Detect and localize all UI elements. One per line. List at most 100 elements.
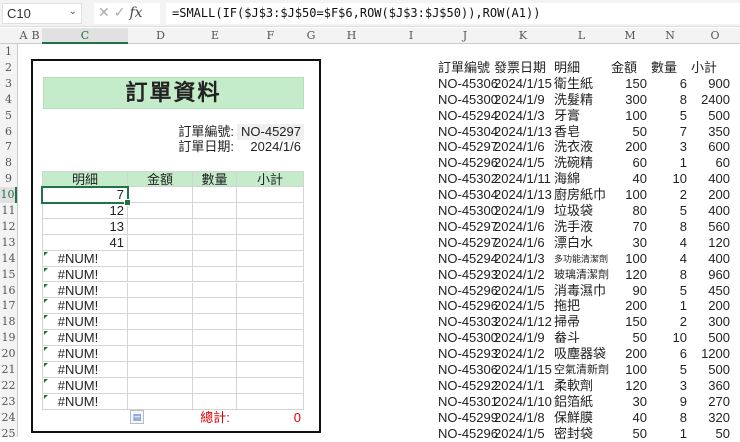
table-cell[interactable] [237,298,304,315]
detail-cell[interactable]: #NUM! [42,393,128,410]
source-cell[interactable]: 2400 [690,92,740,108]
table-cell[interactable] [128,250,193,267]
source-cell[interactable]: 5 [650,283,690,299]
source-cell[interactable]: 2024/1/3 [493,251,553,267]
detail-cell[interactable]: #NUM! [42,298,128,315]
detail-cell[interactable]: 12 [42,203,128,219]
source-cell[interactable]: 400 [690,251,740,267]
source-cell[interactable]: 600 [690,139,740,155]
detail-cell[interactable]: #NUM! [42,377,128,394]
source-cell[interactable]: 6 [650,346,690,362]
source-cell[interactable]: 300 [610,92,650,108]
table-cell[interactable] [237,203,304,219]
row-header-16[interactable]: 16 [0,283,17,299]
source-cell[interactable]: NO-45304 [437,124,498,140]
source-cell[interactable]: 350 [690,124,740,140]
table-cell[interactable] [193,377,237,394]
source-cell[interactable]: 4 [650,251,690,267]
source-cell[interactable]: 400 [690,203,740,219]
source-cell[interactable]: 洗碗精 [553,155,610,171]
table-cell[interactable] [193,314,237,331]
source-cell[interactable]: NO-45293 [437,267,498,283]
table-cell[interactable] [193,234,237,251]
source-cell[interactable]: 500 [690,108,740,124]
source-cell[interactable]: 50 [610,426,650,442]
source-cell[interactable]: 30 [610,235,650,251]
source-cell[interactable]: 1 [650,298,690,314]
source-cell[interactable]: 500 [690,362,740,378]
formula-input[interactable]: =SMALL(IF($J$3:$J$50=$F$6,ROW($J$3:$J$50… [166,3,740,24]
source-cell[interactable]: 400 [690,171,740,187]
source-cell[interactable]: 150 [610,314,650,330]
column-header-n[interactable]: N [650,28,690,44]
source-cell[interactable]: 消毒濕巾 [553,283,610,299]
row-header-19[interactable]: 19 [0,330,17,346]
source-cell[interactable]: 2024/1/11 [493,171,553,187]
source-cell[interactable]: 2024/1/10 [493,394,553,410]
table-cell[interactable] [128,187,193,203]
source-cell[interactable]: NO-45296 [437,298,498,314]
row-header-13[interactable]: 13 [0,235,17,251]
source-cell[interactable]: 80 [610,203,650,219]
table-cell[interactable] [237,346,304,362]
table-cell[interactable] [128,266,193,283]
source-cell[interactable]: 10 [650,330,690,346]
source-cell[interactable]: 2 [650,314,690,330]
row-header-24[interactable]: 24 [0,410,17,426]
column-header-a[interactable]: A [18,28,29,44]
column-header-l[interactable]: L [553,28,610,44]
table-cell[interactable] [128,377,193,394]
source-cell[interactable]: 60 [690,155,740,171]
source-cell[interactable]: 200 [610,139,650,155]
source-cell[interactable]: 洗衣液 [553,139,610,155]
source-cell[interactable]: 洗手液 [553,219,610,235]
source-cell[interactable]: 120 [690,235,740,251]
name-box[interactable]: C10 ⌄ [2,3,82,24]
row-header-8[interactable]: 8 [0,155,17,171]
row-header-20[interactable]: 20 [0,346,17,362]
detail-cell[interactable]: 41 [42,234,128,251]
source-cell[interactable]: 保鮮膜 [553,410,610,426]
row-header-25[interactable]: 25 [0,426,17,442]
source-cell[interactable]: 50 [610,330,650,346]
source-cell[interactable]: NO-45292 [437,378,498,394]
row-header-22[interactable]: 22 [0,378,17,394]
row-header-6[interactable]: 6 [0,124,17,140]
table-cell[interactable] [237,218,304,235]
source-cell[interactable]: 40 [610,171,650,187]
source-cell[interactable]: 200 [690,187,740,203]
error-indicator-icon[interactable] [44,283,48,288]
row-header-11[interactable]: 11 [0,203,17,219]
source-cell[interactable]: 6 [650,76,690,92]
table-cell[interactable] [193,362,237,378]
source-cell[interactable]: NO-45297 [437,139,498,155]
table-cell[interactable] [128,362,193,378]
source-cell[interactable]: 掃帚 [553,314,610,330]
source-cell[interactable]: NO-45302 [437,171,498,187]
source-cell[interactable]: 2024/1/5 [493,426,553,442]
table-cell[interactable] [128,314,193,331]
row-header-1[interactable]: 1 [0,44,17,60]
confirm-icon[interactable]: ✓ [114,4,126,20]
source-cell[interactable]: 香皂 [553,124,610,140]
source-cell[interactable]: 4 [650,235,690,251]
source-cell[interactable]: 垃圾袋 [553,203,610,219]
source-cell[interactable]: 90 [610,283,650,299]
source-cell[interactable]: NO-45301 [437,394,498,410]
source-cell[interactable]: 2 [650,187,690,203]
source-cell[interactable]: 2024/1/15 [493,76,553,92]
error-indicator-icon[interactable] [44,299,48,304]
source-cell[interactable]: 2024/1/2 [493,346,553,362]
source-cell[interactable]: 2024/1/2 [493,267,553,283]
source-cell[interactable]: 50 [690,426,740,442]
table-cell[interactable] [193,266,237,283]
source-cell[interactable]: 200 [690,298,740,314]
detail-cell[interactable]: #NUM! [42,362,128,378]
table-cell[interactable] [193,346,237,362]
source-cell[interactable]: 2024/1/6 [493,219,553,235]
row-header-9[interactable]: 9 [0,171,17,187]
source-cell[interactable]: NO-45294 [437,251,498,267]
error-indicator-icon[interactable] [44,347,48,352]
source-cell[interactable]: 8 [650,219,690,235]
column-header-k[interactable]: K [493,28,553,44]
